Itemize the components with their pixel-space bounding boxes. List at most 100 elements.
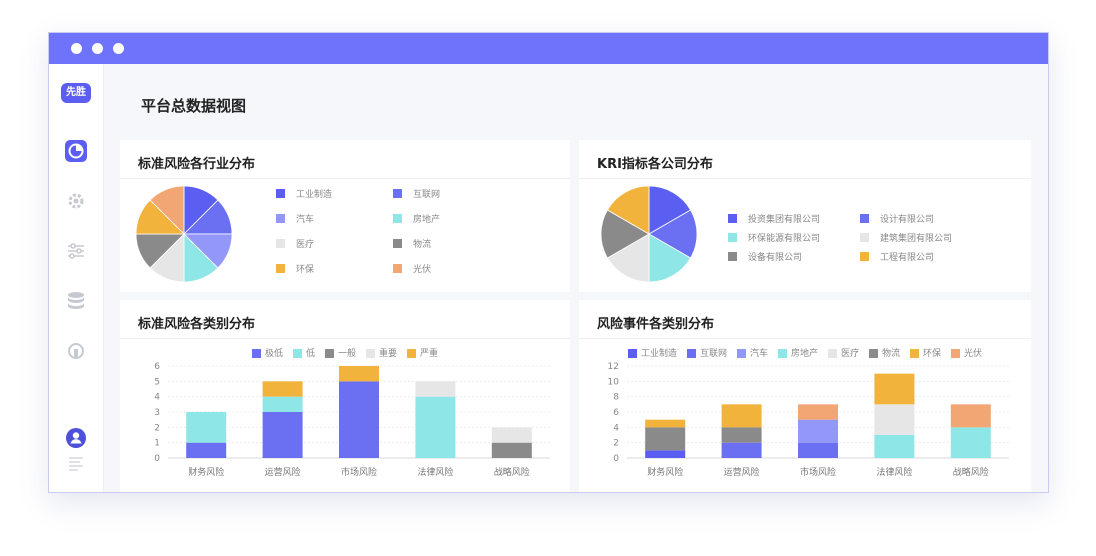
legend-swatch	[324, 349, 334, 358]
legend-item: 医疗	[828, 346, 859, 359]
panel-title: KRI指标各公司分布	[597, 157, 713, 172]
bar-segment	[950, 427, 991, 458]
bar-segment	[798, 442, 838, 458]
kri-company-panel: KRI指标各公司分布 投资集团有限公司 设计有限公司 环保能源有限公司 建筑集团…	[579, 140, 1031, 292]
category-bar-chart: 0 1 2 3 4 5 6 财务风险 运营风险 市场风险 法律风险 战略风险	[154, 362, 550, 478]
legend-item: 工业制造	[627, 346, 677, 359]
legend-label: 环保	[296, 265, 315, 275]
category-legend: 极低 低 一般 重要 严重	[120, 346, 570, 360]
legend-label: 医疗	[841, 349, 860, 359]
x-tick-label: 战略风险	[953, 466, 989, 478]
legend-label: 一般	[337, 349, 356, 359]
legend-label: 房地产	[790, 349, 818, 359]
y-tick-label: 3	[154, 408, 160, 418]
y-tick-label: 5	[154, 377, 160, 387]
legend-swatch	[686, 349, 696, 358]
bar-segment	[874, 373, 915, 405]
legend-swatch	[393, 214, 402, 223]
legend-item: 低	[292, 346, 315, 359]
bar-segment	[721, 404, 762, 428]
legend-swatch	[393, 239, 402, 248]
window-control-dot[interactable]	[71, 43, 82, 54]
legend-item: 环保	[910, 346, 941, 359]
bar-segment	[645, 419, 686, 428]
legend-label: 汽车	[296, 215, 315, 225]
legend-swatch	[910, 349, 920, 358]
legend-label: 严重	[420, 349, 439, 359]
x-tick-label: 市场风险	[341, 466, 377, 478]
industry-risk-panel: 标准风险各行业分布 工业制造 互联网 汽车 房地产 医疗 物流 环保 光伏	[120, 140, 570, 292]
legend-item: 极低	[251, 346, 283, 359]
legend-label: 环保能源有限公司	[748, 234, 821, 244]
y-tick-label: 12	[608, 362, 619, 372]
divider	[579, 338, 1031, 339]
legend-swatch	[276, 239, 285, 248]
legend-label: 物流	[413, 240, 432, 250]
industry-legend: 工业制造 互联网 汽车 房地产 医疗 物流 环保 光伏	[276, 186, 476, 286]
legend-swatch	[777, 349, 787, 358]
bar-segment	[721, 427, 762, 443]
window-control-dot[interactable]	[92, 43, 103, 54]
y-tick-label: 6	[613, 408, 619, 418]
legend-label: 光伏	[964, 349, 983, 359]
legend-label: 工程有限公司	[880, 253, 935, 263]
x-tick-label: 法律风险	[417, 466, 453, 478]
bar-segment	[798, 419, 838, 443]
legend-label: 设计有限公司	[880, 215, 935, 225]
panel-title: 标准风险各类别分布	[138, 317, 256, 332]
gear-icon[interactable]	[64, 189, 88, 213]
database-icon[interactable]	[64, 289, 88, 313]
y-tick-label: 0	[154, 454, 160, 464]
legend-item: 物流	[869, 346, 900, 359]
y-tick-label: 0	[613, 454, 619, 464]
legend-item: 汽车	[736, 346, 768, 359]
legend-label: 设备有限公司	[748, 253, 803, 263]
bar-segment	[186, 412, 227, 443]
title-bar	[49, 33, 1048, 64]
x-tick-label: 法律风险	[876, 466, 912, 478]
sliders-icon[interactable]	[64, 239, 88, 263]
legend-swatch	[860, 214, 869, 223]
y-tick-label: 6	[154, 362, 160, 372]
legend-swatch	[627, 349, 637, 358]
legend-label: 互联网	[699, 349, 727, 359]
legend-label: 极低	[264, 349, 283, 359]
document-icon[interactable]	[64, 452, 88, 476]
risk-category-panel: 标准风险各类别分布 极低 低 一般 重要 严重 0 1 2 3 4 5 6 财务风险 运营风险 市场风险 法…	[120, 300, 570, 492]
bar-segment	[645, 427, 686, 451]
bar-segment	[950, 404, 991, 428]
legend-label: 投资集团有限公司	[748, 215, 821, 225]
y-tick-label: 4	[613, 423, 619, 433]
y-tick-label: 10	[608, 377, 620, 387]
legend-swatch	[292, 349, 302, 358]
bar-segment	[491, 442, 532, 458]
user-icon[interactable]	[64, 426, 88, 450]
divider	[120, 178, 570, 179]
bar-segment	[339, 366, 379, 382]
legend-swatch	[869, 349, 879, 358]
x-tick-label: 战略风险	[494, 466, 530, 478]
legend-label: 房地产	[413, 215, 441, 225]
bulb-icon[interactable]	[64, 340, 88, 364]
legend-swatch	[728, 233, 737, 242]
legend-item: 重要	[366, 346, 397, 359]
divider	[579, 178, 1031, 179]
pie-chart-icon[interactable]	[64, 139, 88, 163]
event-legend: 工业制造 互联网 汽车 房地产 医疗 物流 环保 光伏	[579, 346, 1031, 360]
legend-item: 互联网	[686, 346, 727, 359]
y-tick-label: 2	[154, 423, 160, 433]
x-tick-label: 市场风险	[800, 466, 836, 478]
bar-segment	[874, 435, 915, 458]
legend-swatch	[728, 252, 737, 261]
legend-label: 汽车	[749, 349, 768, 359]
bar-segment	[415, 396, 456, 458]
legend-swatch	[736, 349, 746, 358]
x-tick-label: 财务风险	[647, 466, 683, 478]
y-tick-label: 2	[613, 439, 619, 449]
y-tick-label: 4	[154, 393, 160, 403]
bar-segment	[645, 450, 686, 458]
legend-item: 光伏	[951, 346, 982, 359]
legend-label: 互联网	[413, 190, 441, 200]
legend-swatch	[393, 264, 402, 273]
window-control-dot[interactable]	[113, 43, 124, 54]
